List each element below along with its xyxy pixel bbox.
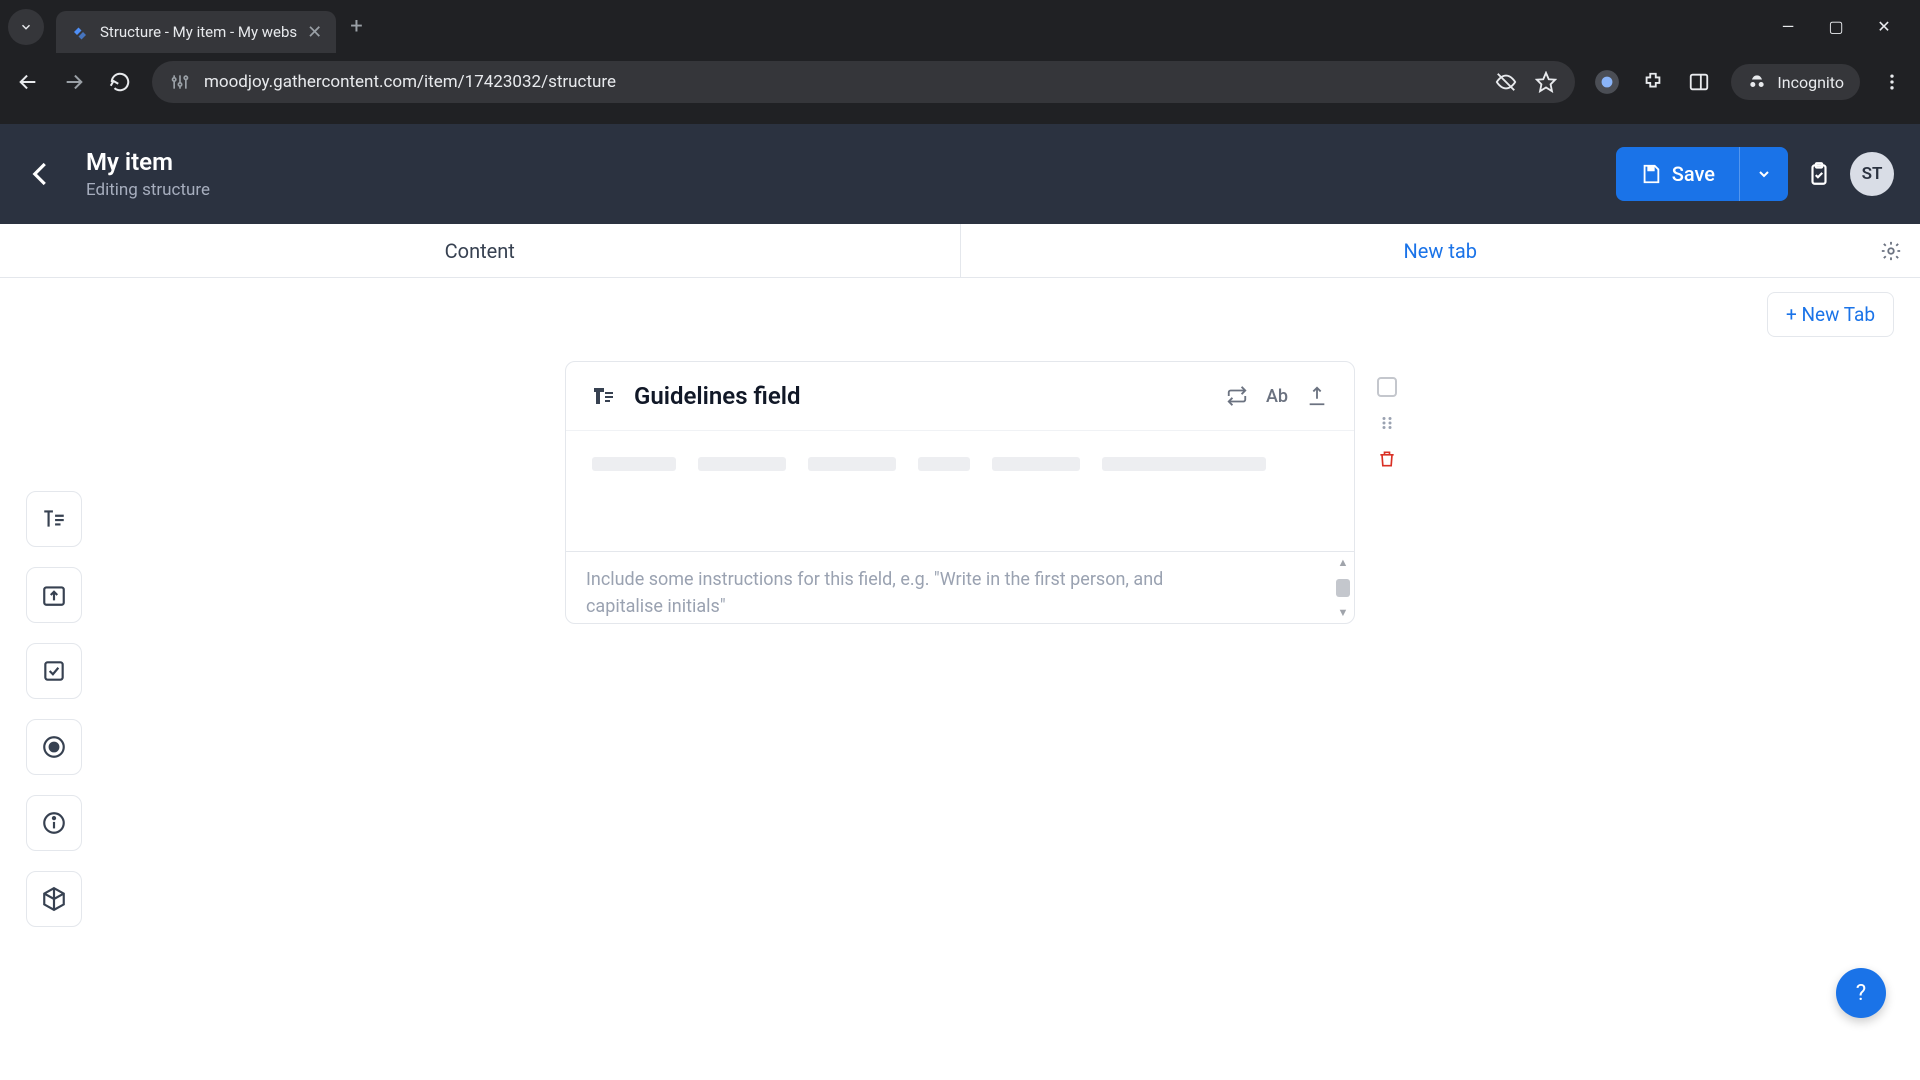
forward-icon[interactable] bbox=[60, 68, 88, 96]
skeleton-bar bbox=[1102, 457, 1266, 471]
save-button-group: Save bbox=[1616, 147, 1788, 201]
card-side-controls bbox=[1376, 376, 1398, 470]
minimize-icon[interactable]: ― bbox=[1778, 17, 1798, 36]
rail-guidelines-field[interactable] bbox=[26, 795, 82, 851]
instructions-placeholder: Include some instructions for this field… bbox=[586, 566, 1226, 620]
add-tab-label: + New Tab bbox=[1786, 303, 1875, 326]
field-header-actions: Ab bbox=[1226, 385, 1328, 407]
page-subtitle: Editing structure bbox=[86, 180, 210, 200]
skeleton-bar bbox=[808, 457, 896, 471]
help-button[interactable]: ? bbox=[1836, 968, 1886, 1018]
tabs-settings-button[interactable] bbox=[1880, 240, 1902, 262]
bookmark-star-icon[interactable] bbox=[1535, 71, 1557, 93]
main-area: Guidelines field Ab bbox=[0, 351, 1920, 634]
info-icon bbox=[41, 810, 67, 836]
text-field-icon bbox=[592, 384, 616, 408]
incognito-icon bbox=[1747, 72, 1767, 92]
favicon-icon bbox=[70, 22, 90, 42]
incognito-label: Incognito bbox=[1777, 73, 1844, 92]
incognito-indicator[interactable]: Incognito bbox=[1731, 64, 1860, 100]
radio-icon bbox=[41, 734, 67, 760]
header-titles: My item Editing structure bbox=[86, 148, 210, 200]
close-icon[interactable]: ✕ bbox=[1874, 17, 1894, 36]
scroll-thumb[interactable] bbox=[1336, 579, 1350, 597]
drag-handle-icon[interactable] bbox=[1376, 412, 1398, 434]
app-header: My item Editing structure Save ST bbox=[0, 124, 1920, 224]
save-icon bbox=[1640, 163, 1662, 185]
editor-toolbar-skeleton bbox=[566, 430, 1354, 551]
skeleton-bar bbox=[918, 457, 970, 471]
cube-icon bbox=[41, 886, 67, 912]
new-tab-row: + New Tab bbox=[0, 278, 1920, 351]
help-label: ? bbox=[1856, 981, 1866, 1006]
header-back-button[interactable] bbox=[26, 159, 56, 189]
user-avatar[interactable]: ST bbox=[1850, 152, 1894, 196]
header-actions: Save ST bbox=[1616, 147, 1894, 201]
profile-switch-icon[interactable] bbox=[1593, 68, 1621, 96]
rail-component-field[interactable] bbox=[26, 871, 82, 927]
site-settings-icon[interactable] bbox=[170, 72, 190, 92]
url-bar[interactable]: moodjoy.gathercontent.com/item/17423032/… bbox=[152, 61, 1575, 103]
tab-search-dropdown[interactable] bbox=[8, 9, 44, 45]
tab-content-label: Content bbox=[445, 239, 515, 263]
text-icon bbox=[41, 506, 67, 532]
select-checkbox[interactable] bbox=[1376, 376, 1398, 398]
visibility-off-icon[interactable] bbox=[1495, 71, 1517, 93]
window-controls: ― ▢ ✕ bbox=[1778, 17, 1912, 36]
guidelines-field-card: Guidelines field Ab bbox=[565, 361, 1355, 624]
field-header: Guidelines field Ab bbox=[566, 362, 1354, 430]
save-label: Save bbox=[1672, 162, 1715, 186]
tab-strip: Structure - My item - My webs ✕ + ― ▢ ✕ bbox=[0, 0, 1920, 53]
rail-text-field[interactable] bbox=[26, 491, 82, 547]
reload-icon[interactable] bbox=[106, 68, 134, 96]
chevron-down-icon bbox=[1756, 166, 1772, 182]
tab-new[interactable]: New tab bbox=[961, 224, 1920, 277]
tab-content[interactable]: Content bbox=[0, 224, 961, 277]
scrollbar[interactable]: ▲ ▼ bbox=[1334, 556, 1352, 619]
tab-close-icon[interactable]: ✕ bbox=[307, 22, 322, 43]
page-title: My item bbox=[86, 148, 210, 176]
rail-attachment-field[interactable] bbox=[26, 567, 82, 623]
nav-bar: moodjoy.gathercontent.com/item/17423032/… bbox=[0, 53, 1920, 111]
skeleton-bar bbox=[592, 457, 676, 471]
rail-checkbox-field[interactable] bbox=[26, 643, 82, 699]
tab-title: Structure - My item - My webs bbox=[100, 23, 297, 41]
delete-icon[interactable] bbox=[1376, 448, 1398, 470]
extensions-icon[interactable] bbox=[1639, 68, 1667, 96]
save-button[interactable]: Save bbox=[1616, 147, 1739, 201]
skeleton-bar bbox=[698, 457, 786, 471]
avatar-initials: ST bbox=[1862, 164, 1883, 184]
scroll-up-icon[interactable]: ▲ bbox=[1338, 556, 1349, 569]
clipboard-icon bbox=[1806, 161, 1832, 187]
browser-chrome: Structure - My item - My webs ✕ + ― ▢ ✕ … bbox=[0, 0, 1920, 124]
chevron-down-icon bbox=[19, 20, 33, 34]
clipboard-button[interactable] bbox=[1806, 161, 1832, 187]
instructions-textarea[interactable]: Include some instructions for this field… bbox=[566, 551, 1354, 623]
repeat-icon[interactable] bbox=[1226, 385, 1248, 407]
text-case-button[interactable]: Ab bbox=[1266, 386, 1288, 407]
browser-menu-icon[interactable] bbox=[1878, 68, 1906, 96]
new-browser-tab-button[interactable]: + bbox=[350, 14, 362, 39]
field-types-rail bbox=[26, 491, 82, 927]
checkbox-icon bbox=[41, 658, 67, 684]
tab-new-label: New tab bbox=[1403, 239, 1477, 263]
export-icon[interactable] bbox=[1306, 385, 1328, 407]
gear-icon bbox=[1880, 240, 1902, 262]
side-panel-icon[interactable] bbox=[1685, 68, 1713, 96]
browser-tab[interactable]: Structure - My item - My webs ✕ bbox=[56, 11, 336, 53]
url-text: moodjoy.gathercontent.com/item/17423032/… bbox=[204, 72, 616, 92]
maximize-icon[interactable]: ▢ bbox=[1826, 17, 1846, 36]
scroll-down-icon[interactable]: ▼ bbox=[1338, 606, 1349, 619]
field-title[interactable]: Guidelines field bbox=[634, 382, 801, 410]
back-icon[interactable] bbox=[14, 68, 42, 96]
add-tab-button[interactable]: + New Tab bbox=[1767, 292, 1894, 337]
url-actions bbox=[1495, 71, 1557, 93]
tabs-bar: Content New tab bbox=[0, 224, 1920, 278]
save-dropdown-button[interactable] bbox=[1739, 147, 1788, 201]
rail-radio-field[interactable] bbox=[26, 719, 82, 775]
skeleton-bar bbox=[992, 457, 1080, 471]
upload-icon bbox=[41, 582, 67, 608]
